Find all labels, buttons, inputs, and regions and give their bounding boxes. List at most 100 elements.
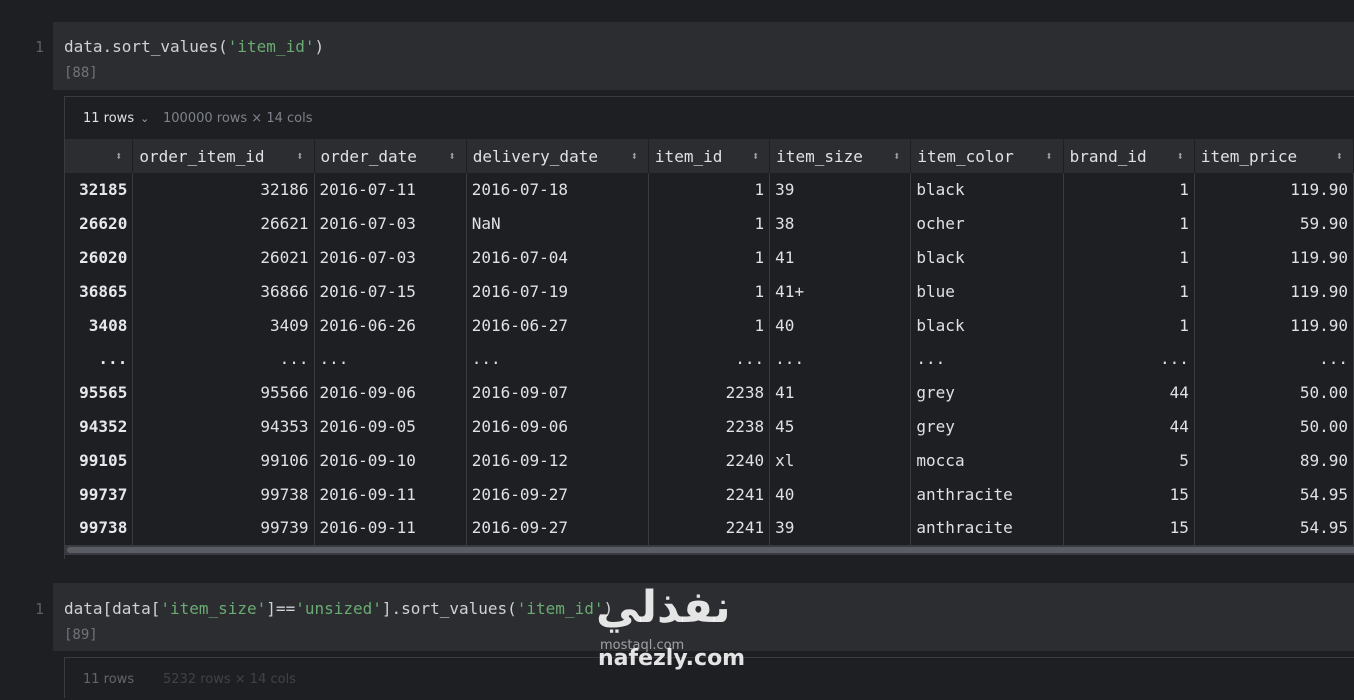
table-cell[interactable]: ... [910, 341, 1064, 376]
sort-icon[interactable]: ⬍ [1336, 139, 1343, 173]
table-cell[interactable]: 26021 [132, 240, 315, 275]
table-cell[interactable]: 2016-07-11 [314, 173, 467, 207]
sort-icon[interactable]: ⬍ [296, 139, 303, 173]
row-index[interactable]: 26020 [65, 240, 134, 275]
scrollbar-thumb[interactable] [67, 547, 1354, 553]
table-cell[interactable]: 39 [769, 510, 912, 545]
row-index[interactable]: 99105 [65, 443, 134, 478]
column-header[interactable]: order_date ⬍ [314, 139, 467, 173]
table-cell[interactable]: NaN [466, 206, 649, 241]
sort-icon[interactable]: ⬍ [631, 139, 638, 173]
table-cell[interactable]: 2016-09-06 [466, 409, 649, 444]
table-cell[interactable]: xl [769, 443, 912, 478]
table-cell[interactable]: grey [910, 409, 1064, 444]
row-index[interactable]: 99738 [65, 510, 134, 545]
table-cell[interactable]: black [910, 240, 1064, 275]
table-cell[interactable]: 2238 [648, 375, 771, 410]
table-cell[interactable]: 99738 [132, 477, 315, 511]
table-cell[interactable]: 3409 [132, 308, 315, 342]
column-header[interactable]: order_item_id ⬍ [132, 139, 315, 173]
table-cell[interactable]: 2016-09-11 [314, 510, 467, 545]
table-cell[interactable]: 50.00 [1194, 409, 1354, 444]
table-cell[interactable]: 119.90 [1194, 274, 1354, 309]
table-cell[interactable]: 45 [769, 409, 912, 444]
column-header[interactable]: brand_id ⬍ [1063, 139, 1195, 173]
table-cell[interactable]: 50.00 [1194, 375, 1354, 410]
table-cell[interactable]: 2016-07-03 [314, 240, 467, 275]
row-index[interactable]: 99737 [65, 477, 134, 511]
table-cell[interactable]: 2016-09-07 [466, 375, 649, 410]
row-index[interactable]: 32185 [65, 173, 134, 207]
table-cell[interactable]: 99739 [132, 510, 315, 545]
table-cell[interactable]: 15 [1063, 510, 1195, 545]
table-cell[interactable]: 40 [769, 308, 912, 342]
table-cell[interactable]: ... [1194, 341, 1354, 376]
column-header[interactable]: item_color ⬍ [910, 139, 1064, 173]
code-cell-1[interactable] [53, 22, 1354, 90]
table-cell[interactable]: 41 [769, 375, 912, 410]
table-cell[interactable]: black [910, 308, 1064, 342]
table-cell[interactable]: 2016-09-12 [466, 443, 649, 478]
code-line-2[interactable]: data[data['item_size']=='unsized'].sort_… [64, 599, 613, 618]
rows-dropdown[interactable]: 11 rows [83, 672, 134, 687]
table-cell[interactable]: 2016-09-27 [466, 477, 649, 511]
sort-icon[interactable]: ⬍ [449, 139, 456, 173]
table-cell[interactable]: 59.90 [1194, 206, 1354, 241]
table-cell[interactable]: 2238 [648, 409, 771, 444]
table-cell[interactable]: 89.90 [1194, 443, 1354, 478]
horizontal-scrollbar[interactable] [65, 545, 1354, 555]
table-cell[interactable]: ... [1063, 341, 1195, 376]
row-index[interactable]: 94352 [65, 409, 134, 444]
table-cell[interactable]: 119.90 [1194, 173, 1354, 207]
table-cell[interactable]: 41 [769, 240, 912, 275]
table-cell[interactable]: 2016-07-04 [466, 240, 649, 275]
table-cell[interactable]: 119.90 [1194, 308, 1354, 342]
row-index[interactable]: 95565 [65, 375, 134, 410]
table-cell[interactable]: 2241 [648, 477, 771, 511]
table-cell[interactable]: anthracite [910, 477, 1064, 511]
table-cell[interactable]: black [910, 173, 1064, 207]
table-cell[interactable]: 1 [1063, 308, 1195, 342]
column-header[interactable]: item_id ⬍ [648, 139, 771, 173]
row-index[interactable]: 3408 [65, 308, 134, 342]
table-cell[interactable]: grey [910, 375, 1064, 410]
table-cell[interactable]: 26621 [132, 206, 315, 241]
table-cell[interactable]: ... [466, 341, 649, 376]
table-cell[interactable]: 1 [1063, 206, 1195, 241]
table-cell[interactable]: 54.95 [1194, 510, 1354, 545]
table-cell[interactable]: 2016-06-27 [466, 308, 649, 342]
table-cell[interactable]: 39 [769, 173, 912, 207]
sort-icon[interactable]: ⬍ [893, 139, 900, 173]
table-cell[interactable]: 119.90 [1194, 240, 1354, 275]
table-cell[interactable]: 99106 [132, 443, 315, 478]
table-cell[interactable]: 2016-09-27 [466, 510, 649, 545]
table-cell[interactable]: 1 [1063, 173, 1195, 207]
table-cell[interactable]: 1 [648, 308, 771, 342]
table-cell[interactable]: 54.95 [1194, 477, 1354, 511]
table-cell[interactable]: 2016-07-18 [466, 173, 649, 207]
table-cell[interactable]: 2016-07-15 [314, 274, 467, 309]
table-cell[interactable]: 5 [1063, 443, 1195, 478]
sort-icon[interactable]: ⬍ [1045, 139, 1052, 173]
column-header[interactable]: delivery_date ⬍ [466, 139, 649, 173]
table-cell[interactable]: 2016-07-03 [314, 206, 467, 241]
table-cell[interactable]: ocher [910, 206, 1064, 241]
table-cell[interactable]: 1 [1063, 240, 1195, 275]
sort-icon[interactable]: ⬍ [1177, 139, 1184, 173]
table-cell[interactable]: 40 [769, 477, 912, 511]
table-cell[interactable]: ... [769, 341, 912, 376]
code-line-1[interactable]: data.sort_values('item_id') [64, 37, 324, 56]
table-cell[interactable]: 95566 [132, 375, 315, 410]
table-cell[interactable]: mocca [910, 443, 1064, 478]
rows-dropdown[interactable]: 11 rows ⌄ [83, 111, 149, 126]
table-cell[interactable]: 44 [1063, 409, 1195, 444]
table-cell[interactable]: 2016-07-19 [466, 274, 649, 309]
table-cell[interactable]: 1 [648, 206, 771, 241]
table-cell[interactable]: 1 [648, 274, 771, 309]
table-container[interactable]: ⬍ order_item_id ⬍ order_date ⬍ delivery_date ⬍… [65, 139, 1354, 545]
table-cell[interactable]: 2016-09-10 [314, 443, 467, 478]
table-cell[interactable]: 38 [769, 206, 912, 241]
table-cell[interactable]: 1 [648, 240, 771, 275]
table-cell[interactable]: ... [132, 341, 315, 376]
row-index[interactable]: ... [65, 341, 134, 376]
